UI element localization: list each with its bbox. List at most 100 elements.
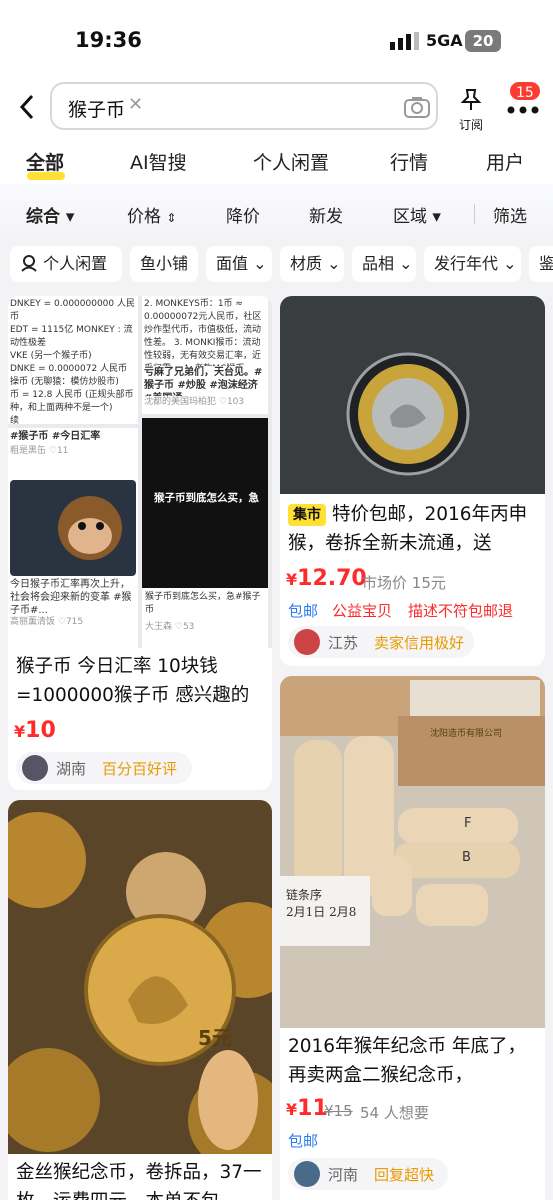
product-title: 2016年猴年纪念币 年底了，再卖两盒二猴纪念币， [288, 1036, 526, 1086]
sort-comprehensive-label: 综合 [26, 207, 60, 227]
roll-label-b: B [462, 850, 471, 865]
chevron-down-icon: ⌄ [248, 254, 267, 273]
person-icon [20, 254, 43, 273]
price-symbol: ¥ [14, 722, 26, 741]
chip-issue-year[interactable]: 发行年代 ⌄ [424, 246, 521, 282]
avatar [22, 755, 48, 781]
collage-post-user: 粗是黑缶 [10, 446, 47, 456]
chip-condition-label: 品相 [362, 254, 395, 273]
collage-likes: 103 [226, 397, 245, 407]
roll-label-f: F [464, 816, 472, 831]
market-price-value: 15元 [411, 574, 446, 592]
market-price-label: 市场价 [362, 574, 408, 592]
status-time: 19:36 [75, 28, 142, 52]
chip-condition[interactable]: 品相 ⌄ [352, 246, 416, 282]
search-query: 猴子币 [68, 99, 126, 121]
product-price: ¥11 [286, 1096, 328, 1121]
product-card-1[interactable]: DNKEY = 0.000000000 人民币 EDT = 1115亿 MONK… [8, 296, 272, 790]
chevron-down-icon: ▾ [432, 207, 441, 227]
product-card-4[interactable]: F B 链条序 2月1日 2月8 沈阳造币有限公司 2016年猴年纪念币 年底了… [280, 676, 545, 1200]
collage-dark-caption: 猴子币到底怎么买，急#猴子币 [145, 592, 261, 615]
back-arrow-icon [19, 94, 34, 120]
product-title: 猴子币 今日汇率 10块钱=1000000猴子币 感兴趣的 [16, 656, 250, 706]
seller-rating: 卖家信用极好 [374, 634, 465, 652]
chevron-down-icon: ⌄ [394, 254, 413, 273]
seller-rating: 回复超快 [374, 1166, 435, 1184]
tag-return-policy: 描述不符包邮退 [408, 602, 514, 620]
tab-users[interactable]: 用户 [486, 148, 524, 175]
sort-price[interactable]: 价格 ⇕ [127, 202, 176, 227]
chip-personal-idle[interactable]: 个人闲置 [10, 246, 122, 282]
filter-button[interactable]: 筛选 [493, 202, 527, 227]
sort-region[interactable]: 区域 ▾ [393, 202, 441, 227]
collage-post-meta: 粗是黑缶 ♡11 [10, 446, 69, 456]
coin-icon [8, 812, 272, 1170]
handwritten-note: 链条序 2月1日 2月8 [286, 888, 357, 919]
coin-face-value: 5元 [198, 1026, 232, 1050]
collage-monkey-post: #猴子币 #今日汇率 粗是黑缶 ♡11 今日猴子币汇率再次上升，社会将会迎来新的… [8, 428, 138, 648]
seller-rating: 百分百好评 [102, 760, 178, 778]
seller-info[interactable]: 湖南 百分百好评 [16, 752, 192, 784]
collage-post-meta-2: 高丽薰清饭 ♡715 [10, 617, 84, 627]
product-card-2[interactable]: 集市 特价包邮，2016年丙申猴，卷拆全新未流通，送 ¥12.70 市场价 15… [280, 296, 545, 666]
collage-dark-footer: 猴子币到底怎么买，急#猴子币 大王森 ♡53 [142, 588, 268, 648]
coin-icon [346, 352, 470, 476]
filter-chips: 个人闲置 鱼小铺 面值 ⌄ 材质 ⌄ 品相 ⌄ 发行年代 ⌄ 鉴 [0, 242, 553, 288]
chip-material[interactable]: 材质 ⌄ [280, 246, 344, 282]
product-price: ¥12.70 [286, 566, 367, 591]
avatar [294, 629, 320, 655]
chip-material-label: 材质 [290, 254, 323, 273]
monkey-image [10, 480, 136, 576]
collage-post-likes: 11 [56, 446, 69, 456]
sort-price-drop[interactable]: 降价 [226, 202, 260, 227]
seller-info[interactable]: 江苏 卖家信用极好 [288, 626, 474, 658]
tag-free-shipping: 包邮 [288, 602, 319, 620]
coin-capsule-image [280, 296, 545, 494]
seller-info[interactable]: 河南 回复超快 [288, 1158, 448, 1190]
product-card-3[interactable]: 5元 金丝猴纪念币，卷拆品，37一枚，运费四元，本单不包 [8, 800, 272, 1200]
tab-market[interactable]: 行情 [390, 148, 428, 175]
coin-rolls-image: F B 链条序 2月1日 2月8 沈阳造币有限公司 [280, 676, 545, 1028]
chip-appraisal[interactable]: 鉴 [529, 246, 553, 282]
price-symbol: ¥ [286, 570, 298, 589]
network-type: 5GA [426, 31, 463, 50]
collage-note-left: DNKEY = 0.000000000 人民币 EDT = 1115亿 MONK… [8, 296, 138, 424]
collage-image: DNKEY = 0.000000000 人民币 EDT = 1115亿 MONK… [8, 296, 272, 648]
market-price: 市场价 15元 [362, 572, 446, 593]
collage-dark-post: 猴子币到底怎么买，急 猴子币到底怎么买，急#猴子币 大王森 ♡53 [142, 418, 268, 648]
box-brand: 沈阳造币有限公司 [430, 729, 503, 739]
collage-dark-meta: 大王森 ♡53 [145, 622, 195, 632]
notification-badge: 15 [508, 80, 542, 102]
tab-ai-search[interactable]: AI智搜 [130, 148, 187, 175]
clear-icon[interactable]: ✕ [128, 94, 143, 115]
chevron-down-icon: ⌄ [322, 254, 341, 273]
subscribe-button[interactable]: 订阅 [454, 88, 488, 133]
subscribe-label: 订阅 [458, 118, 483, 132]
divider [474, 204, 475, 224]
collage-hashtag: #猴子币 #今日汇率 [10, 431, 101, 442]
collage-note-right: 2. MONKEYS币：1币 ≈ 0.00000072元人民币，社区炒作型代币，… [142, 296, 268, 414]
tab-personal-idle[interactable]: 个人闲置 [253, 148, 329, 175]
collage-note-right-caption: 亏麻了兄弟们，天台见。#猴子币 #炒股 #泡沫经济 #美国通... [144, 367, 263, 396]
collage-post-caption: 今日猴子币汇率再次上升，社会将会迎来新的变革 #猴子币#... [10, 579, 132, 616]
chip-face-value[interactable]: 面值 ⌄ [206, 246, 272, 282]
status-bar: 19:36 5GA 20 [0, 0, 553, 82]
collage-dark-text: 猴子币到底怎么买，急 [154, 492, 259, 504]
product-price: ¥10 [14, 718, 56, 743]
sort-comprehensive[interactable]: 综合 ▾ [26, 202, 74, 227]
category-tabs: 全部 AI智搜 个人闲置 行情 用户 [0, 134, 553, 184]
tag-free-shipping: 包邮 [288, 1132, 319, 1150]
back-button[interactable] [16, 92, 40, 122]
chip-fish-shop[interactable]: 鱼小铺 [130, 246, 198, 282]
collage-post-user-2: 高丽薰清饭 [10, 617, 56, 627]
pin-icon [460, 89, 482, 110]
chevron-down-icon: ⌄ [498, 254, 517, 273]
search-input[interactable]: 猴子币 ✕ [50, 82, 438, 130]
coin-rolls-icon [280, 676, 545, 946]
product-title: 金丝猴纪念币，卷拆品，37一枚，运费四元，本单不包 [16, 1162, 262, 1200]
tab-all[interactable]: 全部 [26, 148, 64, 175]
sort-new[interactable]: 新发 [309, 202, 343, 227]
camera-icon[interactable] [404, 96, 430, 122]
chip-face-value-label: 面值 [216, 254, 249, 273]
chip-issue-year-label: 发行年代 [434, 254, 499, 273]
